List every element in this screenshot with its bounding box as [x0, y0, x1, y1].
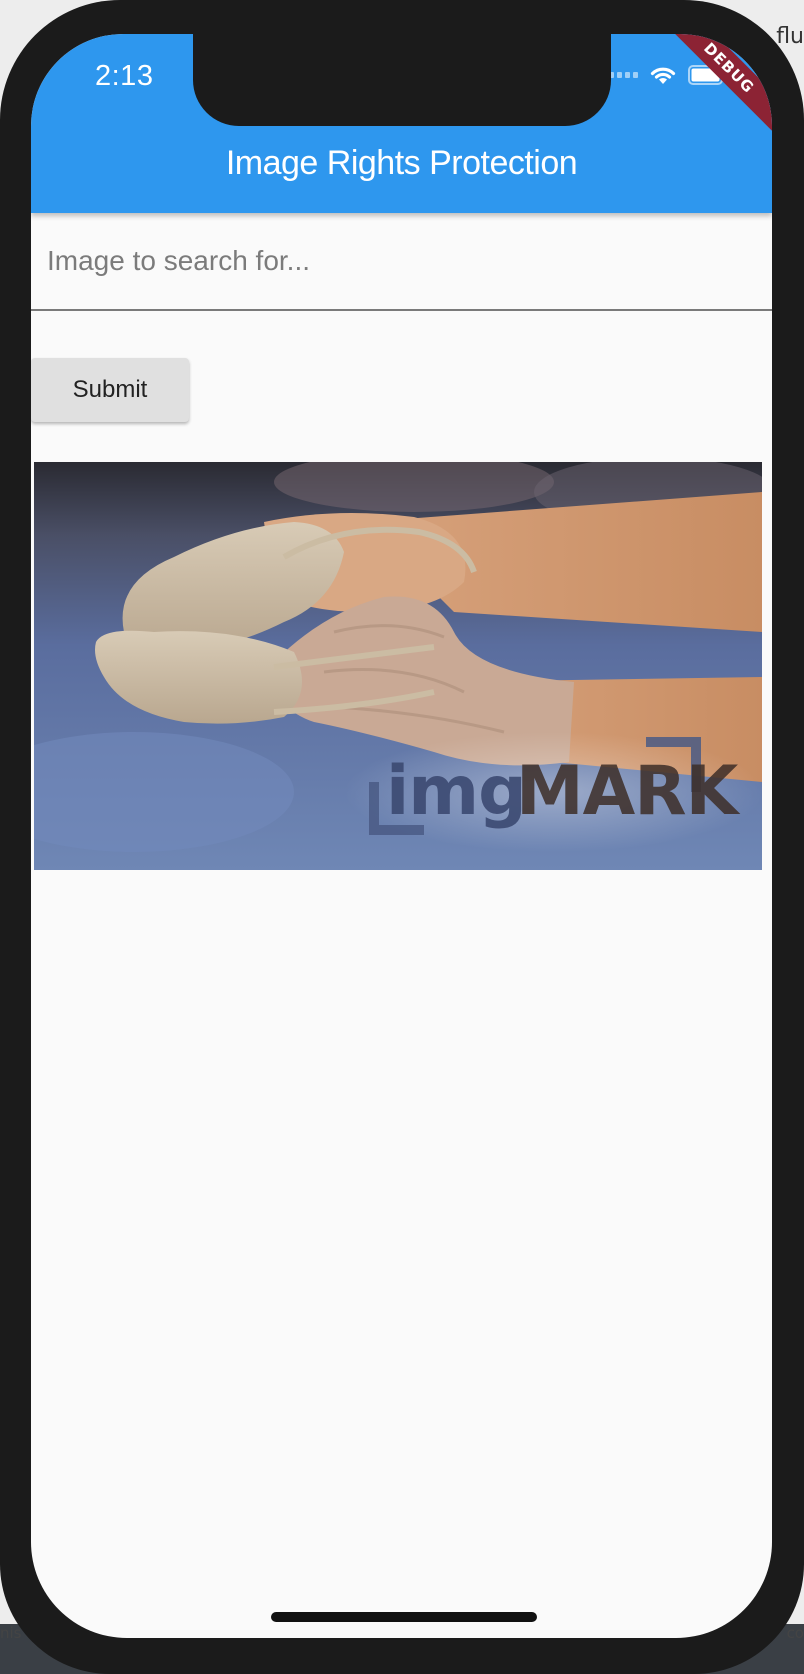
- home-indicator[interactable]: [271, 1612, 537, 1622]
- phone-screen: 2:13 Image Rights Protection DEBUG Image…: [31, 34, 772, 1638]
- svg-text:MARK: MARK: [516, 752, 741, 831]
- status-time: 2:13: [95, 60, 154, 92]
- feet-photo: img MARK: [34, 462, 762, 870]
- background-text-fragment: flu: [776, 24, 804, 49]
- background-text-fragment: co: [786, 1624, 804, 1642]
- search-input[interactable]: [31, 213, 772, 311]
- phone-frame: 2:13 Image Rights Protection DEBUG Image…: [0, 0, 804, 1674]
- background-text-fragment: nis: [0, 1624, 22, 1642]
- wifi-icon: [650, 67, 676, 84]
- app-title: Image Rights Protection: [225, 144, 578, 182]
- phone-notch: [193, 34, 611, 126]
- svg-text:img: img: [386, 752, 526, 831]
- watermark-logo: img MARK: [369, 737, 742, 835]
- result-image: img MARK: [34, 462, 762, 870]
- submit-button[interactable]: Submit: [31, 358, 189, 422]
- cellular-signal-icon: [609, 72, 638, 78]
